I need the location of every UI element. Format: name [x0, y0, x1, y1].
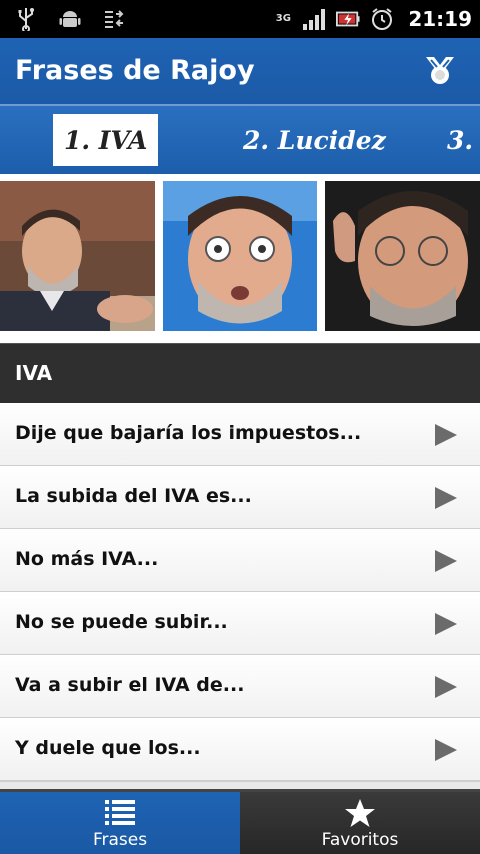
photo-3[interactable]: [325, 181, 480, 331]
action-bar: Frases de Rajoy: [0, 38, 480, 106]
tab-next[interactable]: 3. ...: [436, 114, 480, 166]
chevron-right-icon: [435, 487, 457, 509]
list-item[interactable]: No se puede subir...: [0, 592, 480, 655]
list-item-label: La subida del IVA es...: [15, 485, 252, 507]
app-title: Frases de Rajoy: [15, 55, 255, 86]
list-item[interactable]: La subida del IVA es...: [0, 466, 480, 529]
chevron-right-icon: [435, 550, 457, 572]
tab-favoritos-label: Favoritos: [321, 830, 399, 850]
list-item[interactable]: Va a subir el IVA de...: [0, 655, 480, 718]
clock: 21:19: [408, 7, 472, 31]
battery-charging-icon: [336, 7, 360, 31]
photo-1[interactable]: [0, 181, 155, 331]
list-item[interactable]: Dije que bajaría los impuestos...: [0, 403, 480, 466]
network-type: 3G: [275, 13, 291, 24]
chevron-right-icon: [435, 613, 457, 635]
android-icon: [58, 7, 82, 31]
photo-strip: [0, 174, 480, 344]
section-header: IVA: [0, 343, 480, 403]
share-icon: [420, 57, 460, 95]
list-item-label: Y duele que los...: [15, 737, 201, 759]
category-tabs: 1. IVA 2. Lucidez 3. ...: [0, 106, 480, 174]
tab-frases[interactable]: Frases: [0, 792, 240, 854]
section-title: IVA: [15, 361, 53, 385]
status-bar: 3G 21:19: [0, 0, 480, 38]
phrase-list: Dije que bajaría los impuestos... La sub…: [0, 403, 480, 781]
share-button[interactable]: [420, 51, 460, 91]
list-item[interactable]: No más IVA...: [0, 529, 480, 592]
alarm-icon: [370, 7, 394, 31]
usb-icon: [14, 7, 38, 31]
list-item-label: No más IVA...: [15, 548, 159, 570]
data-sync-icon: [102, 7, 126, 31]
chevron-right-icon: [435, 676, 457, 698]
list-item-label: No se puede subir...: [15, 611, 228, 633]
photo-2[interactable]: [163, 181, 317, 331]
list-item-label: Dije que bajaría los impuestos...: [15, 422, 362, 444]
tab-lucidez[interactable]: 2. Lucidez: [232, 114, 397, 166]
tab-frases-label: Frases: [92, 830, 148, 850]
chevron-right-icon: [435, 739, 457, 761]
signal-icon: [302, 7, 326, 31]
tab-iva[interactable]: 1. IVA: [53, 114, 159, 166]
chevron-right-icon: [435, 424, 457, 446]
star-icon: [240, 798, 480, 828]
bottom-tab-bar: Frases Favoritos: [0, 789, 480, 854]
list-item-label: Va a subir el IVA de...: [15, 674, 245, 696]
tab-favoritos[interactable]: Favoritos: [240, 792, 480, 854]
list-icon: [0, 798, 240, 828]
list-item[interactable]: Y duele que los...: [0, 718, 480, 781]
